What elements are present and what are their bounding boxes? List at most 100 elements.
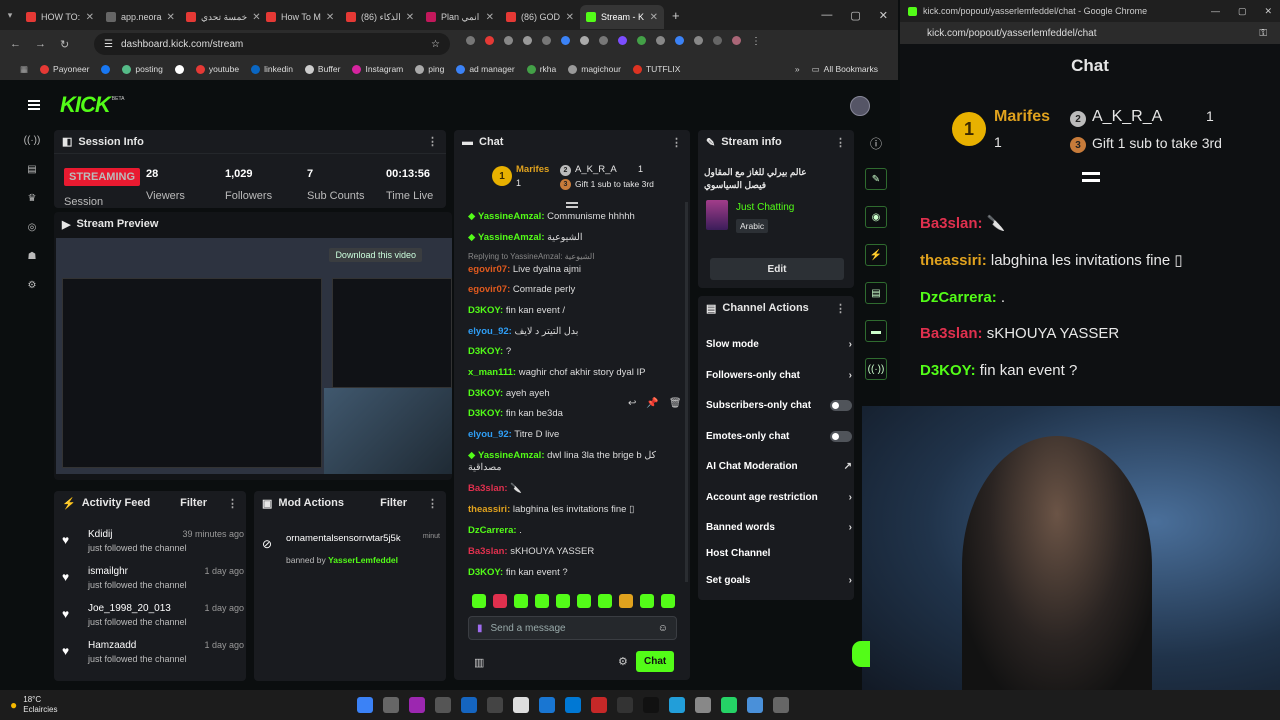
popout-chat-message[interactable]: Ba3slan: sKHOUYA YASSER: [920, 324, 1119, 344]
activity-filter-button[interactable]: Filter: [180, 497, 207, 509]
chat-username[interactable]: Ba3slan:: [468, 546, 508, 557]
chat-message[interactable]: D3KOY: ?: [468, 345, 683, 358]
extension-icon[interactable]: [561, 36, 570, 45]
send-chat-button[interactable]: Chat: [636, 651, 675, 672]
extension-icon[interactable]: [675, 36, 684, 45]
user-avatar[interactable]: [850, 96, 870, 116]
opera-icon[interactable]: [591, 697, 607, 713]
chat-username[interactable]: Ba3slan:: [920, 215, 983, 232]
chat-username[interactable]: theassiri:: [468, 504, 510, 515]
app-icon[interactable]: [617, 697, 633, 713]
panel-menu-icon[interactable]: ⋮: [427, 135, 438, 148]
chat-username[interactable]: Ba3slan:: [920, 325, 983, 342]
moderation-nav-icon[interactable]: ◎: [28, 222, 37, 233]
browser-tab[interactable]: خمسة تحدي ✕: [180, 5, 260, 29]
close-tab-icon[interactable]: ✕: [650, 12, 658, 23]
community-nav-icon[interactable]: ☗: [28, 251, 37, 262]
browser-tab[interactable]: (86) GOD ✕: [500, 5, 580, 29]
bookmark-item[interactable]: youtube: [195, 64, 239, 74]
file-explorer-icon[interactable]: [383, 697, 399, 713]
browser-tab[interactable]: app.neora ✕: [100, 5, 180, 29]
bookmark-item[interactable]: TUTFLIX: [632, 64, 680, 74]
bookmark-item[interactable]: magichour: [568, 64, 621, 74]
emote-icon[interactable]: [514, 594, 528, 608]
chat-message[interactable]: D3KOY: fin kan event ?: [468, 566, 683, 579]
chat-username[interactable]: egovir07:: [468, 284, 510, 295]
emote-icon[interactable]: [598, 594, 612, 608]
camera-tool-icon[interactable]: ◉: [865, 206, 887, 228]
chat-username[interactable]: D3KOY:: [468, 346, 503, 357]
maximize-icon[interactable]: ▢: [1238, 6, 1247, 17]
stream-nav-icon[interactable]: ((·)): [24, 135, 41, 146]
close-tab-icon[interactable]: ✕: [486, 12, 494, 23]
slow-mode-row[interactable]: Slow mode ›: [706, 334, 852, 354]
chat-message[interactable]: elyou_92: بدل التيتر د لايف: [468, 325, 683, 338]
minimize-icon[interactable]: —: [1211, 6, 1220, 16]
analytics-nav-icon[interactable]: ▤: [27, 164, 36, 175]
bookmark-item[interactable]: Instagram: [352, 64, 403, 74]
site-info-icon[interactable]: ☰: [104, 39, 113, 50]
key-icon[interactable]: ⚿: [1259, 28, 1267, 39]
app-icon[interactable]: [513, 697, 529, 713]
outlook-icon[interactable]: [565, 697, 581, 713]
chat-message[interactable]: egovir07: Live dyalna ajmi: [468, 263, 683, 276]
extension-icon[interactable]: [656, 36, 665, 45]
chat-message[interactable]: egovir07: Comrade perly: [468, 283, 683, 296]
tab-list-icon[interactable]: ▾: [0, 10, 20, 21]
weather-widget[interactable]: 18°C Eclaircies: [23, 695, 57, 715]
extension-icon[interactable]: [523, 36, 532, 45]
extension-icon[interactable]: [466, 36, 475, 45]
menu-kebab-icon[interactable]: ⋮: [751, 36, 761, 47]
extension-icon[interactable]: [618, 36, 627, 45]
browser-tab[interactable]: How To M ✕: [260, 5, 340, 29]
popout-chat-message[interactable]: D3KOY: fin kan event ?: [920, 361, 1077, 381]
settings-nav-icon[interactable]: ⚙: [28, 280, 37, 291]
app-icon[interactable]: [435, 697, 451, 713]
emote-icon[interactable]: [577, 594, 591, 608]
chat-message[interactable]: ◆ YassineAmzal: Communisme hhhhh: [468, 210, 683, 223]
chat-message[interactable]: Ba3slan: 🔪: [468, 482, 683, 495]
chat-username[interactable]: DzCarrera:: [920, 289, 997, 306]
panel-menu-icon[interactable]: ⋮: [671, 136, 682, 149]
all-bookmarks[interactable]: ▭ All Bookmarks: [812, 64, 878, 75]
chat-message[interactable]: theassiri: labghina les invitations fine…: [468, 503, 683, 516]
chat-settings-icon[interactable]: ⚙: [618, 655, 628, 668]
mod-filter-button[interactable]: Filter: [380, 497, 407, 509]
set-goals-row[interactable]: Set goals ›: [706, 570, 852, 590]
address-bar[interactable]: ☰ dashboard.kick.com/stream ☆: [94, 33, 450, 55]
back-icon[interactable]: ←: [10, 38, 21, 50]
banned-words-row[interactable]: Banned words ›: [706, 517, 852, 537]
chat-username[interactable]: theassiri:: [920, 252, 987, 269]
panel-menu-icon[interactable]: ⋮: [835, 302, 846, 315]
close-window-icon[interactable]: ✕: [1264, 6, 1272, 17]
chat-username[interactable]: DzCarrera:: [468, 525, 517, 536]
followers-only-row[interactable]: Followers-only chat ›: [706, 365, 852, 385]
app-icon[interactable]: [539, 697, 555, 713]
chat-username[interactable]: D3KOY:: [468, 305, 503, 316]
close-tab-icon[interactable]: ✕: [167, 12, 175, 23]
emote-icon[interactable]: [661, 594, 675, 608]
extension-icon[interactable]: [485, 36, 494, 45]
apps-grid-icon[interactable]: ▦: [20, 64, 28, 75]
gift-icon[interactable]: ▥: [474, 656, 484, 669]
kick-logo[interactable]: KICK: [60, 92, 111, 118]
emote-icon[interactable]: [472, 594, 486, 608]
bookmark-star-icon[interactable]: ☆: [431, 39, 440, 50]
maximize-icon[interactable]: ▢: [850, 9, 860, 22]
emotes-only-toggle[interactable]: [830, 430, 852, 442]
emote-icon[interactable]: [640, 594, 654, 608]
bookmark-item[interactable]: Buffer: [304, 64, 340, 74]
reply-icon[interactable]: ↩: [628, 398, 636, 409]
chat-username[interactable]: x_man111:: [468, 367, 516, 378]
chat-message[interactable]: Ba3slan: sKHOUYA YASSER: [468, 545, 683, 558]
browser-tab-active[interactable]: Stream - K ✕: [580, 5, 664, 29]
chat-username[interactable]: YassineAmzal:: [478, 232, 545, 243]
stream-preview-video[interactable]: Download this video: [56, 238, 452, 474]
bookmark-item[interactable]: posting: [122, 64, 163, 74]
extension-icon[interactable]: [637, 36, 646, 45]
bookmark-item[interactable]: [174, 64, 184, 74]
account-age-row[interactable]: Account age restriction ›: [706, 487, 852, 507]
browser-tab[interactable]: HOW TO: ✕: [20, 5, 100, 29]
chat-message[interactable]: elyou_92: Titre D live: [468, 428, 683, 441]
extension-icon[interactable]: [504, 36, 513, 45]
